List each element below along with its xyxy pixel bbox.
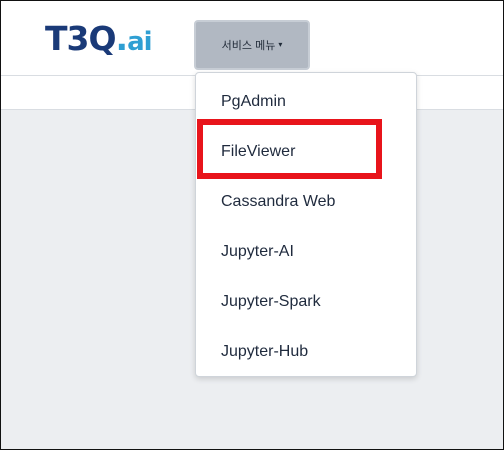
logo-dot: . xyxy=(115,19,129,58)
top-navbar: T3Q. ai 서비스 메뉴 ▾ xyxy=(1,1,503,76)
menu-item-jupyter-hub[interactable]: Jupyter-Hub xyxy=(221,342,308,362)
menu-item-cassandra-web[interactable]: Cassandra Web xyxy=(221,192,335,212)
menu-item-pgadmin[interactable]: PgAdmin xyxy=(221,92,286,112)
menu-item-jupyter-spark[interactable]: Jupyter-Spark xyxy=(221,292,321,312)
menu-item-jupyter-ai[interactable]: Jupyter-AI xyxy=(221,242,294,262)
service-menu-button[interactable]: 서비스 메뉴 ▾ xyxy=(194,20,310,70)
service-dropdown-menu: PgAdmin FileViewer Cassandra Web Jupyter… xyxy=(195,72,417,377)
chevron-down-icon: ▾ xyxy=(278,40,283,49)
service-menu-label: 서비스 메뉴 xyxy=(221,40,276,52)
highlight-box xyxy=(197,119,382,179)
logo-tld-text: ai xyxy=(127,27,152,57)
t3q-logo[interactable]: T3Q. ai xyxy=(45,19,153,58)
logo-main-text: T3Q xyxy=(45,19,117,58)
